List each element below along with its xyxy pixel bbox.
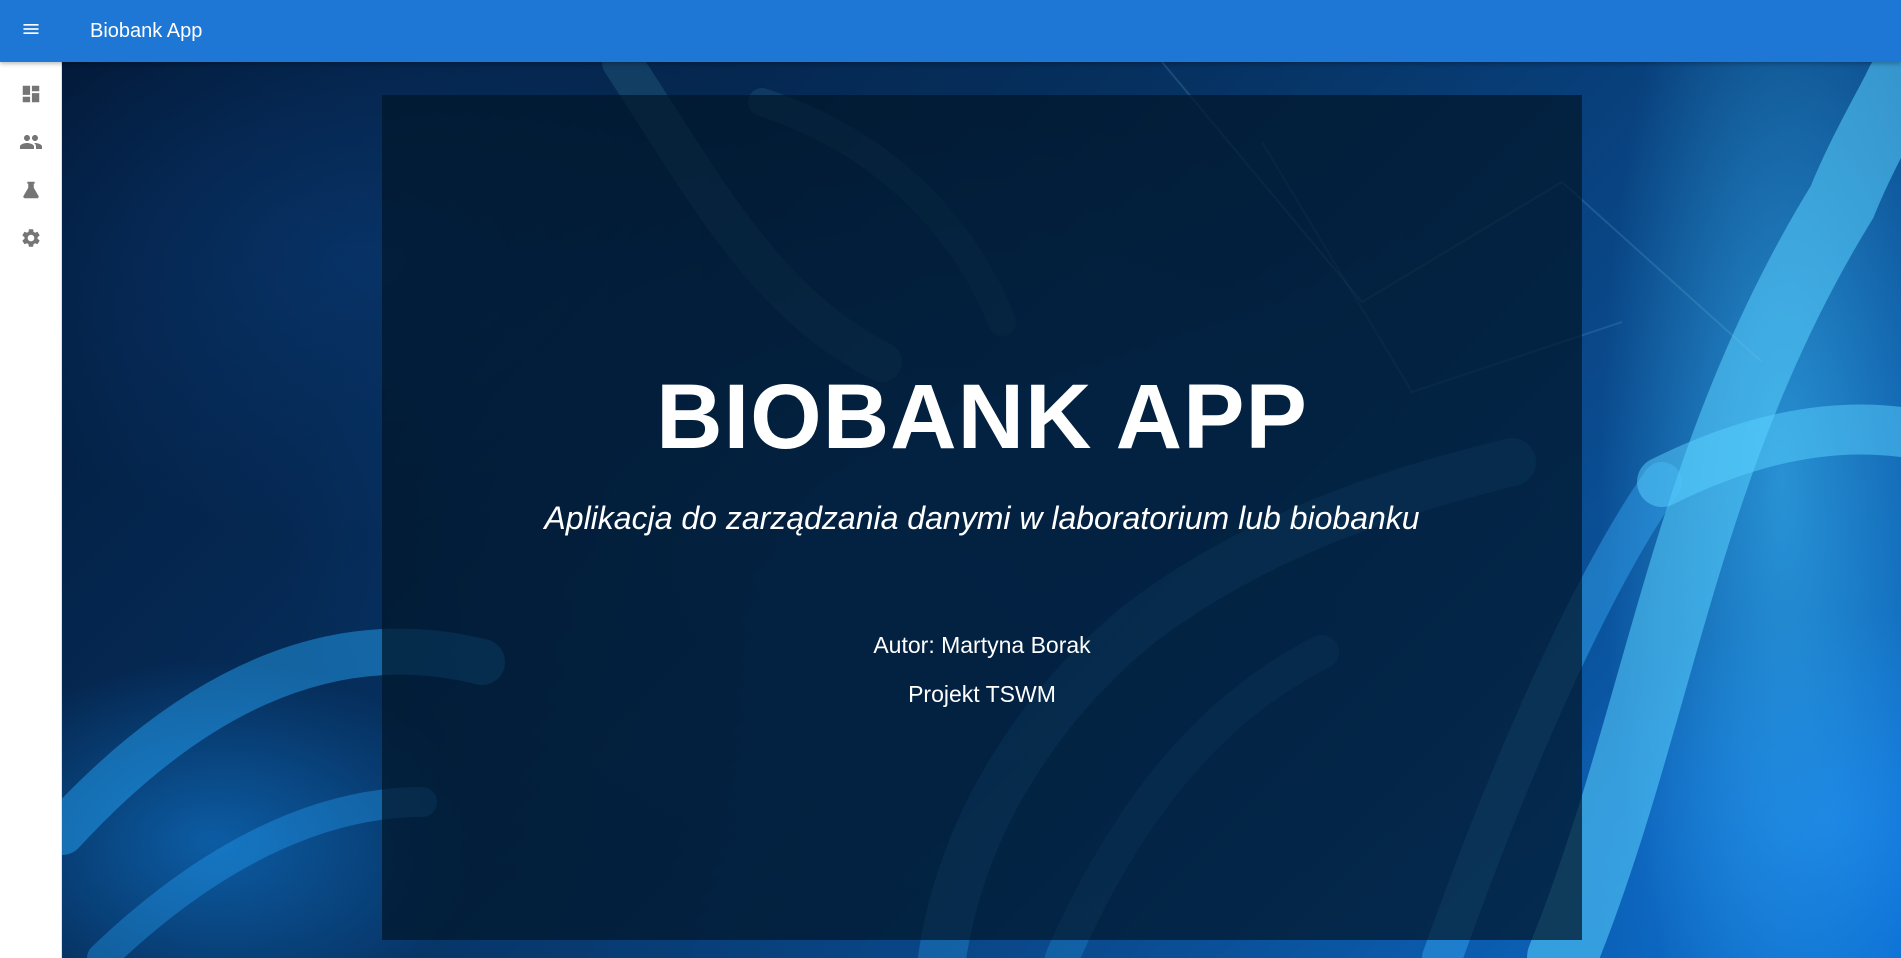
drawer-item-settings[interactable] [0,216,62,264]
hero-author: Autor: Martyna Borak [873,632,1091,658]
hero-title: BIOBANK APP [656,366,1308,468]
drawer-item-laboratory[interactable] [0,168,62,216]
menu-button[interactable] [0,0,62,62]
dashboard-icon [20,83,42,110]
nav-drawer [0,62,62,958]
app-title: Biobank App [90,19,203,42]
people-icon [19,130,43,159]
menu-icon [21,19,41,44]
main-content: BIOBANK APP Aplikacja do zarządzania dan… [62,62,1901,958]
flask-icon [20,179,42,206]
app-bar: Biobank App [0,0,1901,62]
hero-panel: BIOBANK APP Aplikacja do zarządzania dan… [382,95,1582,940]
drawer-item-people[interactable] [0,120,62,168]
hero-subtitle: Aplikacja do zarządzania danymi w labora… [544,500,1420,536]
drawer-item-dashboard[interactable] [0,72,62,120]
gear-icon [20,227,42,254]
hero-project: Projekt TSWM [908,681,1056,707]
